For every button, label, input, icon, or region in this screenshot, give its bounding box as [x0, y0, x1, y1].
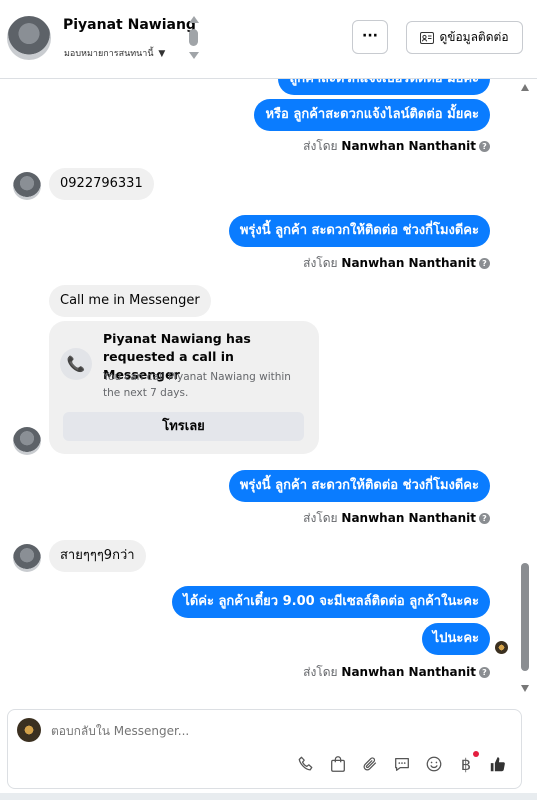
- arrow-up-icon[interactable]: [189, 16, 199, 23]
- avatar[interactable]: [13, 172, 41, 200]
- arrow-down-icon[interactable]: [189, 52, 199, 59]
- message-outgoing[interactable]: พรุ่งนี้ ลูกค้า สะดวกให้ติดต่อ ช่วงกี่โม…: [228, 215, 490, 247]
- more-options-button[interactable]: ···: [352, 20, 388, 54]
- help-icon[interactable]: ?: [479, 141, 490, 152]
- call-now-button[interactable]: โทรเลย: [63, 412, 304, 441]
- caret-down-icon: ▼: [158, 49, 166, 59]
- message-thread[interactable]: ลูกค้าสะดวกแจ้งเบอร์ติดต่อ มั้ยคะ หรือ ล…: [0, 79, 518, 699]
- message-composer: ฿: [7, 709, 522, 789]
- phone-icon[interactable]: [296, 754, 316, 774]
- paperclip-icon[interactable]: [360, 754, 380, 774]
- conversation-nav-icon[interactable]: [188, 16, 200, 62]
- phone-icon: 📞: [60, 348, 92, 380]
- scroll-up-icon[interactable]: [521, 84, 529, 91]
- seen-avatar: [495, 641, 508, 654]
- message-outgoing[interactable]: หรือ ลูกค้าสะดวกแจ้งไลน์ติดต่อ มั้ยคะ: [254, 99, 490, 131]
- sent-by-label: ส่งโดย Nanwhan Nanthanit?: [303, 663, 490, 682]
- thumbs-up-icon[interactable]: [488, 754, 508, 774]
- baht-payment-icon[interactable]: ฿: [456, 751, 479, 774]
- help-icon[interactable]: ?: [479, 667, 490, 678]
- message-outgoing[interactable]: ลูกค้าสะดวกแจ้งเบอร์ติดต่อ มั้ยคะ: [278, 79, 490, 95]
- avatar[interactable]: [7, 16, 51, 60]
- sent-by-label: ส่งโดย Nanwhan Nanthanit?: [303, 509, 490, 528]
- shopping-bag-icon[interactable]: [328, 754, 348, 774]
- message-outgoing[interactable]: พรุ่งนี้ ลูกค้า สะดวกให้ติดต่อ ช่วงกี่โม…: [228, 470, 490, 502]
- message-incoming[interactable]: Call me in Messenger: [49, 285, 211, 317]
- saved-reply-icon[interactable]: [392, 754, 412, 774]
- scroll-down-icon[interactable]: [521, 685, 529, 692]
- view-contact-button[interactable]: ดูข้อมูลติดต่อ: [406, 21, 523, 54]
- help-icon[interactable]: ?: [479, 258, 490, 269]
- contact-card-icon: [420, 31, 435, 44]
- call-request-card: 📞 Piyanat Nawiang has requested a call i…: [49, 321, 319, 454]
- reply-input[interactable]: [51, 724, 351, 738]
- scrollbar-thumb[interactable]: [521, 563, 529, 671]
- view-contact-label: ดูข้อมูลติดต่อ: [439, 30, 509, 44]
- call-request-description: You can call Piyanat Nawiang within the …: [103, 371, 291, 399]
- assign-label: มอบหมายการสนทนานี้: [64, 49, 154, 59]
- page-avatar: [17, 718, 41, 742]
- scrollbar[interactable]: [519, 79, 531, 700]
- window-bottom-edge: [0, 793, 537, 800]
- contact-name[interactable]: Piyanat Nawiang: [63, 17, 196, 33]
- message-incoming[interactable]: 0922796331: [49, 168, 154, 200]
- message-outgoing[interactable]: ได้ค่ะ ลูกค้าเดี๋ยว 9.00 จะมีเซลล์ติดต่อ…: [172, 586, 490, 618]
- sent-by-label: ส่งโดย Nanwhan Nanthanit?: [303, 254, 490, 273]
- notification-dot: [473, 751, 479, 757]
- nav-handle: [189, 29, 198, 46]
- composer-toolbar: ฿: [296, 751, 508, 774]
- avatar[interactable]: [13, 427, 41, 455]
- assign-conversation-dropdown[interactable]: มอบหมายการสนทนานี้ ▼: [64, 46, 165, 60]
- sent-by-label: ส่งโดย Nanwhan Nanthanit?: [303, 137, 490, 156]
- message-incoming[interactable]: สายๆๆๆ9กว่า: [49, 540, 146, 572]
- avatar[interactable]: [13, 544, 41, 572]
- conversation-header: Piyanat Nawiang มอบหมายการสนทนานี้ ▼ ···…: [0, 0, 537, 79]
- help-icon[interactable]: ?: [479, 513, 490, 524]
- emoji-icon[interactable]: [424, 754, 444, 774]
- message-outgoing[interactable]: ไปนะคะ: [421, 623, 490, 655]
